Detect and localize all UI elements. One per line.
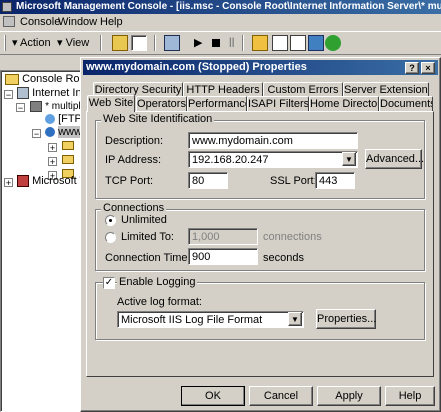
action-menu-label: Action (19, 37, 51, 49)
tcp-port-field[interactable]: 80 (188, 172, 228, 189)
up-folder-icon[interactable] (112, 35, 128, 51)
console-menu-icon[interactable] (3, 16, 15, 27)
tree-ftp[interactable]: [FTP (45, 113, 82, 125)
computer-icon[interactable] (164, 35, 180, 51)
unlimited-radio[interactable] (105, 215, 116, 226)
tab-http-headers[interactable]: HTTP Headers (183, 82, 263, 97)
tree-console-root-label: Console Root (22, 73, 89, 85)
ssl-port-field[interactable]: 443 (315, 172, 355, 189)
tree-multiple[interactable]: * multiple (30, 100, 86, 112)
help-title-button[interactable]: ? (405, 62, 419, 74)
computer-icon (30, 100, 42, 112)
log-format-select[interactable]: Microsoft IIS Log File Format (117, 311, 304, 328)
limited-label[interactable]: Limited To: (121, 231, 174, 243)
seconds-label: seconds (263, 252, 304, 264)
help-button[interactable]: Help (385, 386, 435, 406)
advanced-button[interactable]: Advanced... (365, 149, 424, 169)
dialog-title: www.mydomain.com (Stopped) Properties (86, 61, 307, 73)
ok-button[interactable]: OK (181, 386, 245, 406)
stop-icon[interactable] (212, 39, 220, 47)
log-properties-button[interactable]: Properties... (316, 309, 376, 329)
log-format-label: Active log format: (117, 296, 202, 308)
enable-logging-checkbox[interactable]: ✓ (103, 277, 115, 289)
folder-icon[interactable] (62, 141, 74, 150)
tree-expander[interactable]: + (4, 178, 13, 188)
identification-group-label: Web Site Identification (101, 113, 215, 125)
show-tree-icon[interactable] (131, 35, 147, 51)
tree-pane[interactable]: Console Root − Internet Info − * multipl… (0, 70, 96, 412)
mmc-title: Microsoft Management Console - [iis.msc … (16, 1, 441, 12)
play-icon[interactable]: ▶ (194, 36, 202, 49)
mmc-app-icon (2, 2, 12, 12)
tree-www-label: www (58, 126, 82, 138)
enable-logging-label[interactable]: Enable Logging (117, 276, 198, 288)
menu-bar: Console Window Help (0, 14, 441, 30)
connections-unit: connections (263, 231, 322, 243)
tab-custom-errors[interactable]: Custom Errors (263, 82, 343, 97)
tab-operators[interactable]: Operators (136, 96, 187, 111)
description-label: Description: (105, 135, 164, 147)
close-title-button[interactable]: × (421, 62, 435, 74)
folder-icon (5, 73, 19, 85)
view-menu-button[interactable]: ▾ View (57, 36, 89, 49)
chevron-down-icon[interactable]: ▼ (342, 152, 356, 166)
tree-expander[interactable]: + (48, 143, 57, 153)
unlimited-label[interactable]: Unlimited (121, 214, 167, 226)
tab-performance[interactable]: Performance (187, 96, 247, 111)
tree-www[interactable]: www (45, 126, 82, 138)
key-wizard-icon[interactable] (252, 35, 268, 51)
ftp-site-icon (45, 114, 55, 125)
mmc-titlebar: Microsoft Management Console - [iis.msc … (0, 0, 441, 14)
check-doc-icon[interactable] (290, 35, 306, 51)
server-icon (17, 87, 29, 100)
limited-radio[interactable] (105, 232, 116, 243)
tab-web-site[interactable]: Web Site (87, 95, 135, 112)
tab-home-directory[interactable]: Home Directory (309, 96, 379, 111)
tree-expander[interactable]: + (48, 157, 57, 167)
tab-isapi-filters[interactable]: ISAPI Filters (247, 96, 309, 111)
tree-expander[interactable]: − (16, 103, 25, 113)
toolbar: ▾ Action ▾ View ▶ || (0, 31, 441, 55)
ssl-port-label: SSL Port: (270, 175, 317, 187)
globe-people-icon[interactable] (325, 35, 341, 51)
toolbar-separator-2 (154, 35, 156, 51)
network-icon[interactable] (308, 35, 324, 51)
tree-expander[interactable]: − (4, 90, 13, 100)
dialog-titlebar: www.mydomain.com (Stopped) Properties (83, 60, 438, 75)
web-site-icon (45, 127, 55, 138)
tcp-port-label: TCP Port: (105, 175, 154, 187)
ip-address-select[interactable]: 192.168.20.247 (188, 151, 358, 168)
tree-expander[interactable]: − (32, 129, 41, 139)
mts-icon (17, 175, 29, 188)
tab-page: Web Site Identification Description: www… (86, 111, 434, 377)
view-menu-label: View (65, 37, 90, 49)
toolbar-grip (4, 35, 6, 51)
toolbar-separator-3 (242, 35, 244, 51)
chevron-down-icon[interactable]: ▼ (288, 312, 302, 326)
tab-server-extensions[interactable]: Server Extensions (343, 82, 429, 97)
tab-documents[interactable]: Documents (379, 96, 433, 111)
limited-to-field[interactable]: 1,000 (188, 228, 258, 245)
apply-button[interactable]: Apply (317, 386, 381, 406)
properties-dialog: www.mydomain.com (Stopped) Properties ? … (80, 57, 441, 412)
folder-icon[interactable] (62, 155, 74, 164)
pause-icon[interactable]: || (229, 37, 235, 48)
timeout-field[interactable]: 900 (188, 248, 258, 265)
tree-console-root[interactable]: Console Root (5, 73, 89, 85)
menu-console[interactable]: Console (20, 14, 60, 30)
description-field[interactable]: www.mydomain.com (188, 132, 358, 149)
menu-help[interactable]: Help (100, 14, 123, 30)
cancel-button[interactable]: Cancel (249, 386, 313, 406)
menu-window[interactable]: Window (58, 14, 97, 30)
doc-icon[interactable] (272, 35, 288, 51)
connections-group-label: Connections (101, 202, 167, 214)
tree-ftp-label: [FTP (58, 113, 82, 125)
action-menu-button[interactable]: ▾ Action (12, 36, 51, 49)
toolbar-separator (100, 35, 102, 51)
ip-address-label: IP Address: (105, 154, 162, 166)
